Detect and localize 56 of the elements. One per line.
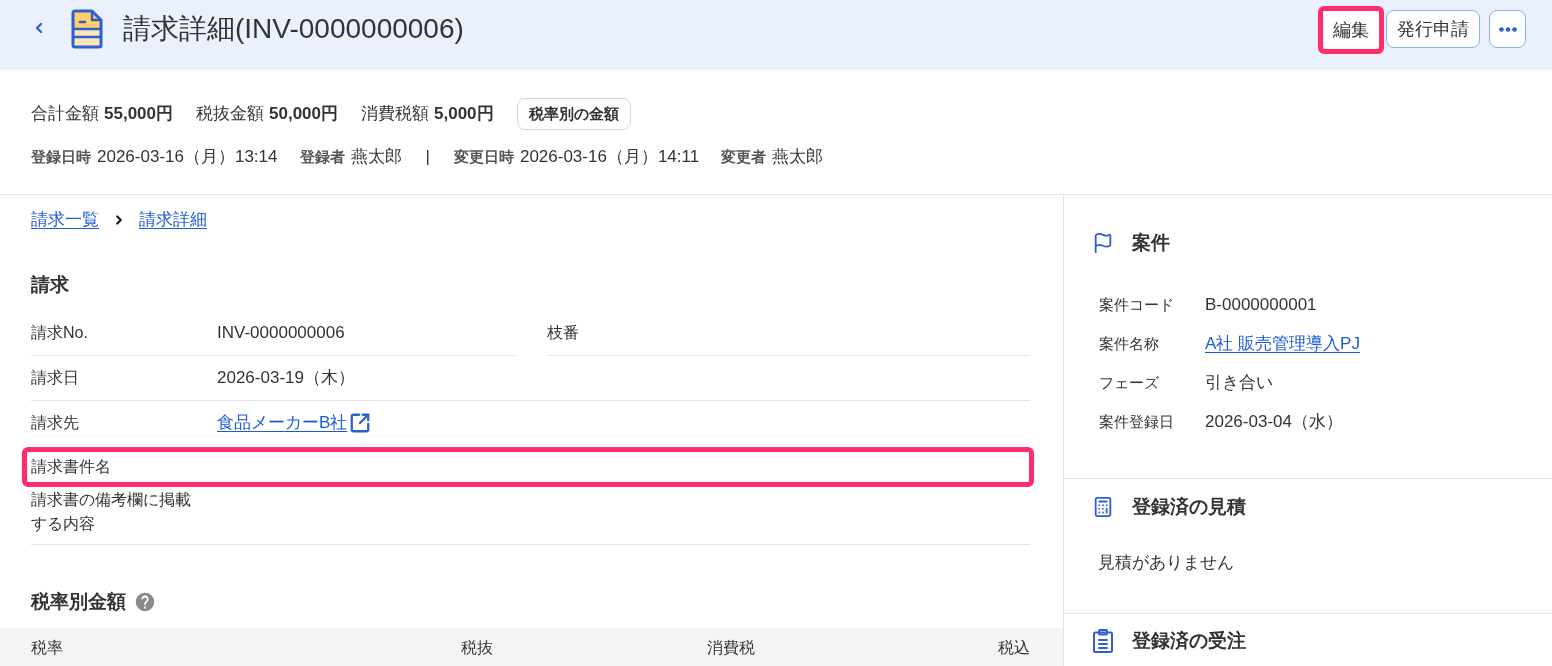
column-header: 税抜	[461, 637, 493, 658]
field-value: INV-0000000006	[217, 321, 345, 344]
field-label: 請求No.	[31, 322, 89, 343]
external-link-icon[interactable]	[349, 411, 372, 434]
field-value: 引き合い	[1205, 372, 1273, 395]
panel-heading: 案件	[1132, 230, 1170, 255]
more-button[interactable]	[1489, 10, 1526, 48]
more-icon[interactable]	[1498, 26, 1517, 32]
audit-label: 変更日時	[453, 147, 514, 167]
project-link[interactable]: A社 販売管理導入PJ	[1205, 331, 1360, 357]
amount-label: 税抜金額	[196, 103, 264, 126]
field-label: 請求先	[31, 412, 80, 433]
column-header: 消費税	[707, 637, 755, 658]
flag-icon	[1092, 231, 1114, 254]
amount-label: 消費税額	[361, 103, 429, 126]
field-label: 請求書件名	[31, 456, 112, 477]
field-label: 枝番	[546, 322, 580, 343]
empty-message: 見積がありません	[1098, 551, 1234, 574]
section-heading: 税率別金額	[31, 589, 126, 614]
audit-label: 登録日時	[31, 147, 91, 167]
header-button[interactable]: 編集	[1323, 11, 1379, 49]
audit-value: 2026-03-16（月）14:11	[519, 146, 700, 168]
separator-text: |	[425, 146, 430, 168]
audit-value: 2026-03-16（月）13:14	[97, 146, 278, 168]
audit-value: 燕太郎	[772, 146, 824, 168]
amount-label: 合計金額	[31, 103, 99, 126]
tax-rate-amount-button[interactable]: 税率別の金額	[516, 98, 631, 130]
audit-label: 登録者	[299, 147, 345, 167]
field-value: 2026-03-04（水）	[1205, 411, 1343, 434]
panel-heading: 登録済の受注	[1132, 628, 1246, 653]
amount-value: 50,000円	[269, 103, 338, 126]
column-header: 税込	[998, 637, 1030, 658]
clipboard-icon	[1092, 628, 1114, 653]
calculator-icon	[1092, 495, 1114, 518]
page-title: 請求詳細(INV-0000000006)	[123, 12, 464, 46]
column-header: 税率	[31, 637, 63, 658]
breadcrumb-link[interactable]: 請求詳細	[139, 206, 207, 233]
field-value: B-0000000001	[1205, 294, 1317, 317]
breadcrumb-link[interactable]: 請求一覧	[31, 206, 99, 233]
audit-value: 燕太郎	[350, 146, 402, 168]
section-heading: 請求	[31, 272, 69, 297]
header-button[interactable]: 発行申請	[1386, 10, 1480, 48]
audit-label: 変更者	[721, 147, 767, 167]
help-icon[interactable]	[134, 590, 156, 613]
field-label: 案件コード	[1099, 294, 1175, 315]
field-label: 案件名称	[1099, 333, 1160, 354]
field-value: 2026-03-19（木）	[217, 366, 355, 389]
amount-value: 55,000円	[104, 103, 173, 126]
client-link[interactable]: 食品メーカーB社	[217, 410, 348, 435]
field-label: フェーズ	[1099, 372, 1160, 393]
field-label: 案件登録日	[1099, 411, 1175, 432]
field-label: 請求書の備考欄に掲載する内容	[31, 489, 192, 534]
field-label: 請求日	[31, 367, 80, 388]
amount-value: 5,000円	[434, 103, 494, 126]
document-icon	[71, 9, 103, 49]
panel-heading: 登録済の見積	[1132, 494, 1246, 519]
